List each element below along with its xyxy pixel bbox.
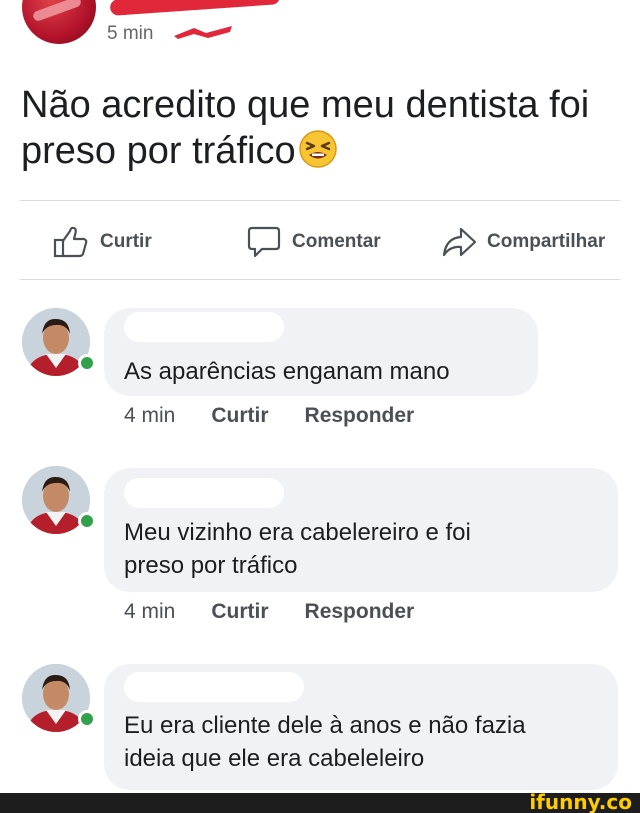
thumbs-up-icon xyxy=(53,226,88,258)
redacted-commenter-name xyxy=(124,478,284,508)
comment-bubble[interactable]: Eu era cliente dele à anos e não fazia i… xyxy=(104,664,618,790)
comment-text-line: As aparências enganam mano xyxy=(124,358,450,385)
comment-text: Eu era cliente dele à anos e não fazia i… xyxy=(124,709,526,775)
share-button[interactable]: Compartilhar xyxy=(441,222,605,262)
like-button[interactable]: Curtir xyxy=(52,222,152,262)
comment-label: Comentar xyxy=(292,231,381,252)
ifunny-watermark: ifunny.co xyxy=(529,790,632,813)
comment-text-line: Eu era cliente dele à anos e não fazia xyxy=(124,712,526,739)
comment-bubble[interactable]: Meu vizinho era cabelereiro e foi preso … xyxy=(104,468,618,592)
comment-text-line: Meu vizinho era cabelereiro e foi xyxy=(124,519,471,546)
redacted-poster-name xyxy=(109,0,281,16)
like-label: Curtir xyxy=(100,231,152,252)
comment-reply-link[interactable]: Responder xyxy=(305,404,415,428)
redacted-commenter-name xyxy=(124,672,304,702)
post-header: 5 min xyxy=(0,0,640,60)
commenter-avatar[interactable] xyxy=(22,664,96,732)
comment-text: Meu vizinho era cabelereiro e foi preso … xyxy=(124,516,471,582)
tired-face-icon xyxy=(298,130,337,168)
comment-button[interactable]: Comentar xyxy=(246,222,381,262)
redacted-privacy-icon xyxy=(174,26,232,39)
post-text: Não acredito que meu dentista foi preso … xyxy=(21,82,621,174)
redacted-commenter-name xyxy=(124,312,284,342)
comment-like-link[interactable]: Curtir xyxy=(211,404,268,428)
comment-like-link[interactable]: Curtir xyxy=(211,600,268,624)
commenter-avatar[interactable] xyxy=(22,466,96,534)
comment-bubble-icon xyxy=(247,226,281,258)
comment-meta: 4 min Curtir Responder xyxy=(124,404,450,428)
share-label: Compartilhar xyxy=(487,231,606,252)
post-timestamp[interactable]: 5 min xyxy=(107,23,153,45)
comment-reply-link[interactable]: Responder xyxy=(305,600,415,624)
share-arrow-icon xyxy=(442,227,477,257)
comment-meta: 4 min Curtir Responder xyxy=(124,600,450,624)
divider-bottom xyxy=(20,279,620,280)
online-status-dot xyxy=(78,710,96,728)
comment-text: As aparências enganam mano xyxy=(124,355,450,388)
divider-top xyxy=(20,200,620,201)
commenter-avatar[interactable] xyxy=(22,308,96,376)
online-status-dot xyxy=(78,354,96,372)
online-status-dot xyxy=(78,512,96,530)
comment-text-line: preso por tráfico xyxy=(124,552,298,579)
comment-timestamp[interactable]: 4 min xyxy=(124,600,175,624)
poster-avatar[interactable] xyxy=(22,0,96,44)
comment-text-line: ideia que ele era cabeleleiro xyxy=(124,745,425,772)
comment-bubble[interactable]: As aparências enganam mano xyxy=(104,308,538,396)
comment-timestamp[interactable]: 4 min xyxy=(124,404,175,428)
watermark-bar: ifunny.co xyxy=(0,790,640,813)
